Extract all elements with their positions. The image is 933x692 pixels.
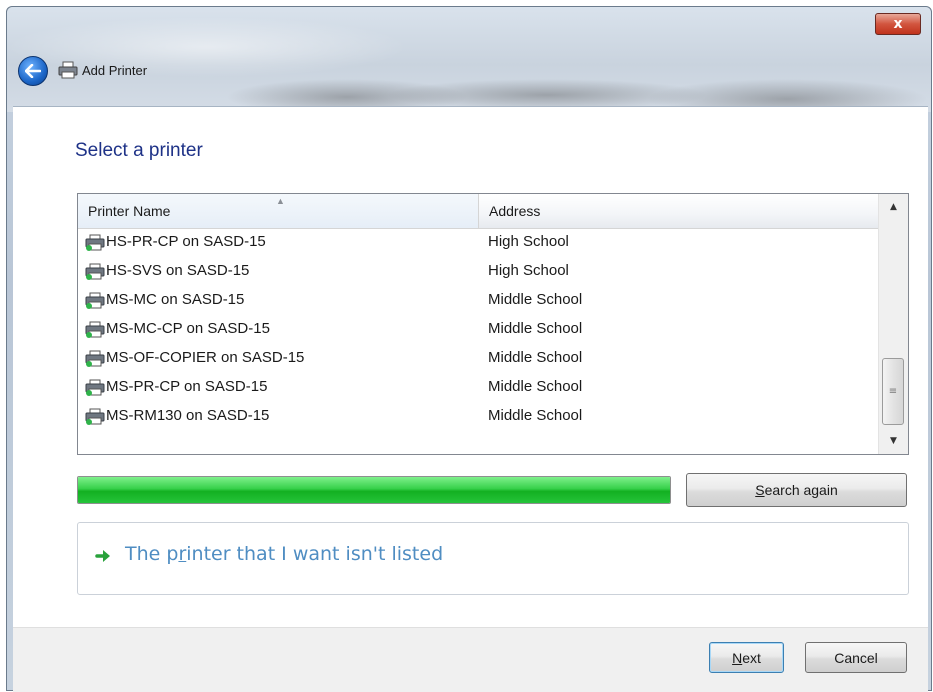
cancel-button[interactable]: Cancel — [805, 642, 907, 673]
vertical-scrollbar[interactable]: ▲ ≡ ▼ — [878, 194, 908, 454]
printer-icon — [85, 408, 105, 425]
cancel-label: Cancel — [834, 649, 878, 666]
printer-row[interactable]: MS-MC on SASD-15 Middle School — [78, 286, 879, 315]
printer-row[interactable]: MS-OF-COPIER on SASD-15 Middle School — [78, 344, 879, 373]
green-arrow-icon — [95, 550, 110, 562]
column-label-address: Address — [489, 203, 541, 219]
printer-row[interactable]: HS-PR-CP on SASD-15 High School — [78, 228, 879, 257]
content-pane: Select a printer Printer Name ▲ Address … — [13, 106, 928, 628]
printer-address: Middle School — [488, 320, 583, 337]
printer-row[interactable]: MS-RM130 on SASD-15 Middle School — [78, 402, 879, 431]
back-button[interactable] — [18, 56, 48, 86]
list-rows: HS-PR-CP on SASD-15 High School HS-SVS on … — [78, 228, 879, 431]
printer-icon — [85, 321, 105, 338]
printer-icon — [85, 379, 105, 396]
printer-name: MS-MC on SASD-15 — [106, 291, 245, 308]
printer-icon — [85, 234, 105, 251]
printer-icon — [85, 263, 105, 280]
search-again-label: earch again — [764, 482, 838, 498]
printer-address: High School — [488, 262, 569, 279]
page-title: Select a printer — [75, 140, 203, 161]
scroll-thumb[interactable]: ≡ — [882, 358, 904, 425]
printer-row[interactable]: MS-PR-CP on SASD-15 Middle School — [78, 373, 879, 402]
printer-list[interactable]: Printer Name ▲ Address HS-PR-CP on SASD-… — [77, 193, 909, 455]
printer-address: Middle School — [488, 291, 583, 308]
printer-address: Middle School — [488, 378, 583, 395]
search-progress-bar — [77, 476, 671, 504]
progress-fill — [78, 477, 670, 503]
column-label-printer-name: Printer Name — [88, 203, 171, 219]
printer-name: HS-PR-CP on SASD-15 — [106, 233, 266, 250]
sort-ascending-icon: ▲ — [276, 196, 285, 206]
next-label: ext — [742, 649, 761, 666]
window-title: Add Printer — [82, 63, 148, 78]
printer-row[interactable]: MS-MC-CP on SASD-15 Middle School — [78, 315, 879, 344]
scroll-down-button[interactable]: ▼ — [879, 428, 908, 454]
back-arrow-icon — [25, 64, 41, 78]
next-accel: N — [732, 649, 743, 666]
printer-icon — [58, 61, 78, 79]
dialog-footer: Next Cancel — [13, 627, 928, 692]
printer-name: MS-MC-CP on SASD-15 — [106, 320, 270, 337]
printer-row[interactable]: HS-SVS on SASD-15 High School — [78, 257, 879, 286]
printer-name: MS-RM130 on SASD-15 — [106, 407, 270, 424]
printer-address: Middle School — [488, 349, 583, 366]
search-again-button[interactable]: Search again — [686, 473, 907, 507]
printer-icon — [85, 350, 105, 367]
column-header-address[interactable]: Address — [479, 194, 879, 228]
list-header: Printer Name ▲ Address — [78, 194, 879, 229]
printer-name: HS-SVS on SASD-15 — [106, 262, 250, 279]
printer-not-listed-link[interactable]: The printer that I want isn't listed — [77, 522, 909, 595]
printer-name: MS-PR-CP on SASD-15 — [106, 378, 268, 395]
printer-name: MS-OF-COPIER on SASD-15 — [106, 349, 305, 366]
next-button[interactable]: Next — [709, 642, 784, 673]
close-button[interactable]: x — [875, 13, 921, 35]
search-again-accel: S — [755, 482, 765, 498]
printer-icon — [85, 292, 105, 309]
printer-address: High School — [488, 233, 569, 250]
title-bar — [7, 7, 931, 112]
column-header-printer-name[interactable]: Printer Name ▲ — [78, 194, 479, 228]
close-icon: x — [893, 16, 903, 32]
scroll-up-button[interactable]: ▲ — [879, 194, 908, 220]
printer-address: Middle School — [488, 407, 583, 424]
printer-not-listed-label: The printer that I want isn't listed — [125, 543, 444, 565]
